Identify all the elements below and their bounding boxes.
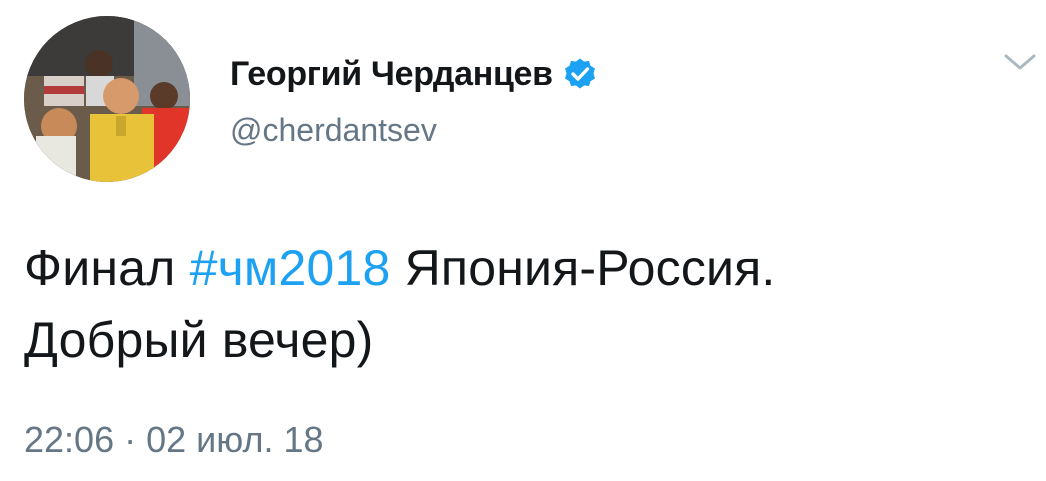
author-handle[interactable]: @cherdantsev xyxy=(230,110,437,150)
tweet-text-segment: Финал xyxy=(24,240,190,296)
avatar-photo-icon xyxy=(24,16,190,182)
avatar[interactable] xyxy=(24,16,190,182)
author-display-name[interactable]: Георгий Черданцев xyxy=(230,52,553,96)
tweet-line-1: Финал #чм2018 Япония-Россия. xyxy=(24,232,1034,304)
tweet-card: Георгий Черданцев @cherdantsev Финал #чм… xyxy=(0,0,1046,481)
tweet-line-2: Добрый вечер) xyxy=(24,312,374,368)
tweet-body: Финал #чм2018 Япония-Россия. Добрый вече… xyxy=(24,232,1034,376)
chevron-down-icon[interactable] xyxy=(1000,48,1040,76)
author-name-row: Георгий Черданцев xyxy=(230,52,597,96)
hashtag-link[interactable]: #чм2018 xyxy=(190,240,391,296)
tweet-timestamp[interactable]: 22:06 · 02 июл. 18 xyxy=(24,418,324,462)
verified-badge-icon xyxy=(563,57,597,91)
tweet-text-segment: Япония-Россия. xyxy=(390,240,776,296)
